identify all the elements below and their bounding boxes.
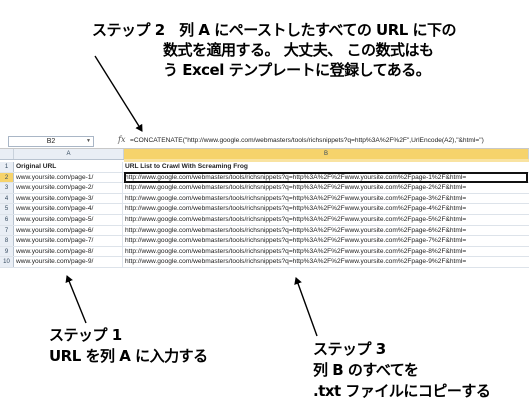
row-number[interactable]: 5 [0,204,14,214]
function-icon[interactable]: fx [118,135,125,144]
cell-a[interactable]: www.yoursite.com/page-1/ [16,172,123,183]
sheet-rows: 1 Original URL URL List to Crawl With Sc… [0,162,529,268]
cell-b[interactable]: http://www.google.com/webmasters/tools/r… [125,247,527,257]
name-box-value: B2 [46,138,56,145]
cell-a[interactable]: www.yoursite.com/page-3/ [16,193,123,204]
row-number[interactable]: 4 [0,193,14,204]
cell-a[interactable]: www.yoursite.com/page-2/ [16,183,123,193]
cell-b[interactable]: http://www.google.com/webmasters/tools/r… [125,236,527,246]
cell-b[interactable]: http://www.google.com/webmasters/tools/r… [125,215,527,225]
table-row: 1 Original URL URL List to Crawl With Sc… [0,162,529,173]
cell-a[interactable]: www.yoursite.com/page-7/ [16,236,123,246]
row-number[interactable]: 6 [0,214,14,225]
table-row: 4 www.yoursite.com/page-3/ http://www.go… [0,193,529,205]
cell-a[interactable]: www.yoursite.com/page-4/ [16,204,123,214]
spreadsheet: B2 ▼ fx =CONCATENATE("http://www.google.… [0,134,529,277]
cell-b[interactable]: http://www.google.com/webmasters/tools/r… [125,204,527,214]
step3-line-3: .txt ファイルにコピーする [313,382,491,400]
row-number[interactable]: 8 [0,236,14,246]
table-row: 5 www.yoursite.com/page-4/ http://www.go… [0,204,529,215]
row-number[interactable]: 7 [0,225,14,236]
table-row: 2 www.yoursite.com/page-1/ http://www.go… [0,171,529,184]
cell-b[interactable]: http://www.google.com/webmasters/tools/r… [125,226,527,236]
step2-line-3: う Excel テンプレートに登録してある。 [163,61,431,79]
formula-bar: B2 ▼ fx =CONCATENATE("http://www.google.… [0,134,529,149]
row-number[interactable]: 1 [0,162,14,172]
step3-callout: ステップ 3 列 B のすべてを .txt ファイルにコピーする [313,339,491,402]
cell-b[interactable]: URL List to Crawl With Screaming Frog [125,162,527,172]
step1-callout: ステップ 1 URL を列 A に入力する [49,325,208,367]
step3-line-2: 列 B のすべてを [313,361,419,379]
column-header-a[interactable]: A [14,149,124,159]
row-number[interactable]: 2 [0,172,14,183]
step2-line-1: ステップ 2 列 A にペーストしたすべての URL に下の [92,21,457,39]
cell-b[interactable]: http://www.google.com/webmasters/tools/r… [125,257,527,267]
cell-a[interactable]: www.yoursite.com/page-5/ [16,214,123,225]
formula-input[interactable]: =CONCATENATE("http://www.google.com/webm… [130,136,484,145]
step2-callout: ステップ 2 列 A にペーストしたすべての URL に下の 数式を適用する。 … [92,20,457,80]
cell-a[interactable]: www.yoursite.com/page-6/ [16,225,123,236]
cell-b[interactable]: http://www.google.com/webmasters/tools/r… [125,183,527,193]
step1-arrow [65,275,87,324]
name-box[interactable]: B2 ▼ [8,136,94,147]
row-number[interactable]: 3 [0,183,14,193]
step1-line-1: ステップ 1 [49,326,122,344]
table-row: 8 www.yoursite.com/page-7/ http://www.go… [0,236,529,247]
cell-a[interactable]: www.yoursite.com/page-8/ [16,246,123,257]
table-row: 6 www.yoursite.com/page-5/ http://www.go… [0,214,529,226]
cell-a[interactable]: Original URL [16,162,123,172]
cell-b[interactable]: http://www.google.com/webmasters/tools/r… [125,194,527,204]
step3-arrow [294,277,318,337]
column-header-b[interactable]: B [124,149,529,159]
table-row: 10 www.yoursite.com/page-9/ http://www.g… [0,257,529,268]
cell-b-selected[interactable]: http://www.google.com/webmasters/tools/r… [124,171,528,184]
chevron-down-icon[interactable]: ▼ [86,137,91,146]
step3-line-1: ステップ 3 [313,340,386,358]
select-all-corner[interactable] [0,149,14,159]
row-number[interactable]: 10 [0,257,14,267]
row-number[interactable]: 9 [0,246,14,257]
step1-line-2: URL を列 A に入力する [49,347,208,365]
table-row: 9 www.yoursite.com/page-8/ http://www.go… [0,246,529,258]
cell-a[interactable]: www.yoursite.com/page-9/ [16,257,123,267]
table-row: 7 www.yoursite.com/page-6/ http://www.go… [0,225,529,237]
table-row: 3 www.yoursite.com/page-2/ http://www.go… [0,183,529,194]
step2-line-2: 数式を適用する。 大丈夫、 この数式はも [163,41,434,59]
